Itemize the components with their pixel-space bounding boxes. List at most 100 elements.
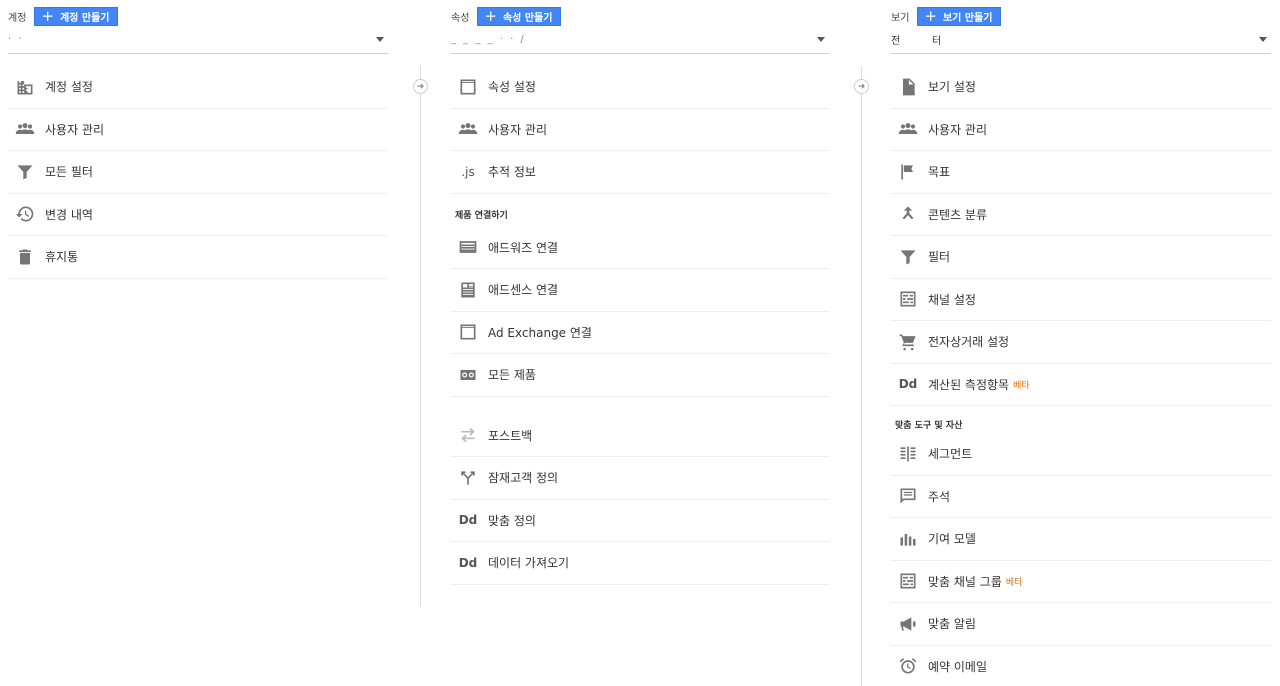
trash-icon bbox=[14, 246, 36, 268]
arrow-right-icon: ➜ bbox=[854, 79, 869, 94]
account-item-all-filters[interactable]: 모든 필터 bbox=[8, 151, 388, 194]
item-label: 애드워즈 연결 bbox=[488, 240, 559, 255]
property-item-user-management[interactable]: 사용자 관리 bbox=[451, 109, 829, 151]
property-selector[interactable]: _ _ _ _ · · / bbox=[451, 26, 829, 54]
item-label: 사용자 관리 bbox=[45, 122, 105, 137]
section-title-custom-tools: 맞춤 도구 및 자산 bbox=[895, 421, 963, 431]
property-item-audience-definitions[interactable]: 잠재고객 정의 bbox=[451, 457, 829, 500]
people-icon bbox=[14, 118, 36, 140]
beta-badge: 베타 bbox=[1013, 380, 1030, 391]
link-box-icon bbox=[457, 364, 479, 386]
channel-icon bbox=[897, 288, 919, 310]
item-label: 보기 설정 bbox=[928, 80, 976, 95]
item-label: 계정 설정 bbox=[45, 80, 93, 95]
dd-icon: Dd bbox=[898, 377, 918, 392]
building-icon bbox=[14, 76, 36, 98]
property-item-data-import[interactable]: Dd 데이터 가져오기 bbox=[451, 542, 829, 585]
property-item-settings[interactable]: 속성 설정 bbox=[451, 66, 829, 109]
property-item-adsense-linking[interactable]: 애드센스 연결 bbox=[451, 269, 829, 312]
view-item-channel-settings[interactable]: 채널 설정 bbox=[891, 279, 1271, 321]
property-item-custom-definitions[interactable]: Dd 맞춤 정의 bbox=[451, 500, 829, 542]
item-label: 잠재고객 정의 bbox=[488, 471, 559, 486]
account-item-user-management[interactable]: 사용자 관리 bbox=[8, 109, 388, 151]
plus-icon: + bbox=[924, 6, 937, 25]
item-label: 포스트백 bbox=[488, 428, 533, 443]
column-divider bbox=[861, 66, 862, 686]
item-label: 모든 제품 bbox=[488, 368, 536, 383]
property-item-adexchange-linking[interactable]: Ad Exchange 연결 bbox=[451, 312, 829, 354]
view-item-ecommerce-settings[interactable]: 전자상거래 설정 bbox=[891, 321, 1271, 364]
account-header: 계정 + 계정 만들기 bbox=[8, 0, 388, 26]
create-account-button[interactable]: + 계정 만들기 bbox=[34, 6, 119, 26]
property-item-postbacks[interactable]: 포스트백 bbox=[451, 415, 829, 457]
view-item-goals[interactable]: 목표 bbox=[891, 151, 1271, 194]
property-item-tracking-info[interactable]: .js 추적 정보 bbox=[451, 151, 829, 194]
item-label: 휴지통 bbox=[45, 250, 79, 265]
create-account-label: 계정 만들기 bbox=[59, 12, 110, 24]
filter-icon bbox=[14, 161, 36, 183]
account-item-change-history[interactable]: 변경 내역 bbox=[8, 194, 388, 236]
view-item-user-management[interactable]: 사용자 관리 bbox=[891, 109, 1271, 151]
item-label: 목표 bbox=[928, 165, 951, 180]
dd-icon: Dd bbox=[458, 513, 478, 528]
property-column: 속성 + 속성 만들기 _ _ _ _ · · / 속성 설정 사용자 관리 .… bbox=[451, 0, 829, 585]
dropdown-caret-icon bbox=[1259, 37, 1267, 42]
account-item-trash[interactable]: 휴지통 bbox=[8, 236, 388, 279]
alarm-clock-icon bbox=[897, 655, 919, 677]
item-label: 사용자 관리 bbox=[928, 122, 988, 137]
create-property-button[interactable]: + 속성 만들기 bbox=[477, 6, 562, 26]
beta-badge: 베타 bbox=[1005, 577, 1023, 588]
property-menu: 속성 설정 사용자 관리 .js 추적 정보 제품 연결하기 애드워즈 연결 애… bbox=[451, 66, 829, 585]
property-item-adwords-linking[interactable]: 애드워즈 연결 bbox=[451, 227, 829, 269]
view-item-custom-channel-groupings[interactable]: 맞춤 채널 그룹 베타 bbox=[891, 561, 1271, 603]
item-label: 애드센스 연결 bbox=[488, 283, 559, 298]
item-label: 콘텐츠 분류 bbox=[928, 207, 988, 222]
flag-icon bbox=[897, 161, 919, 183]
fork-icon bbox=[457, 467, 479, 489]
item-label: 전자상거래 설정 bbox=[928, 335, 1010, 350]
create-property-label: 속성 만들기 bbox=[502, 12, 553, 24]
item-label: 필터 bbox=[928, 250, 951, 265]
dd-icon: Dd bbox=[458, 555, 478, 570]
item-label: Ad Exchange 연결 bbox=[488, 325, 592, 340]
item-label: 데이터 가져오기 bbox=[488, 556, 570, 571]
view-item-segments[interactable]: 세그먼트 bbox=[891, 433, 1271, 476]
account-item-settings[interactable]: 계정 설정 bbox=[8, 66, 388, 109]
history-icon bbox=[14, 203, 36, 225]
item-label: 추적 정보 bbox=[488, 165, 536, 180]
item-label: 속성 설정 bbox=[488, 80, 536, 95]
account-label: 계정 bbox=[8, 12, 27, 24]
view-item-attribution-models[interactable]: 기여 모델 bbox=[891, 518, 1271, 561]
view-item-scheduled-emails[interactable]: 예약 이메일 bbox=[891, 646, 1271, 686]
property-selector-value: _ _ _ _ · · / bbox=[451, 34, 526, 45]
view-item-filters[interactable]: 필터 bbox=[891, 236, 1271, 279]
merge-icon bbox=[897, 203, 919, 225]
item-label: 계산된 측정항목 bbox=[928, 377, 1010, 392]
column-divider bbox=[420, 66, 421, 606]
comment-icon bbox=[897, 485, 919, 507]
view-item-content-grouping[interactable]: 콘텐츠 분류 bbox=[891, 194, 1271, 236]
view-item-calculated-metrics[interactable]: Dd 계산된 측정항목 베타 bbox=[891, 364, 1271, 406]
property-item-all-products[interactable]: 모든 제품 bbox=[451, 354, 829, 397]
view-item-annotations[interactable]: 주석 bbox=[891, 476, 1271, 518]
dropdown-caret-icon bbox=[376, 37, 384, 42]
item-label: 예약 이메일 bbox=[928, 659, 988, 674]
view-selector-value: 전 터 bbox=[891, 36, 942, 47]
window-icon bbox=[457, 76, 479, 98]
document-icon bbox=[897, 76, 919, 98]
dropdown-caret-icon bbox=[817, 37, 825, 42]
view-selector[interactable]: 전 터 bbox=[891, 26, 1271, 54]
create-view-label: 보기 만들기 bbox=[942, 12, 993, 24]
create-view-button[interactable]: + 보기 만들기 bbox=[917, 6, 1002, 26]
people-icon bbox=[457, 118, 479, 140]
view-column: 보기 + 보기 만들기 전 터 보기 설정 사용자 관리 목표 콘텐츠 분류 필… bbox=[891, 0, 1271, 686]
bar-chart-icon bbox=[897, 528, 919, 550]
account-selector[interactable]: · · bbox=[8, 26, 388, 54]
plus-icon: + bbox=[484, 6, 497, 25]
account-menu: 계정 설정 사용자 관리 모든 필터 변경 내역 휴지통 bbox=[8, 66, 388, 279]
item-label: 사용자 관리 bbox=[488, 122, 548, 137]
view-item-custom-alerts[interactable]: 맞춤 알림 bbox=[891, 603, 1271, 646]
view-item-settings[interactable]: 보기 설정 bbox=[891, 66, 1271, 109]
item-label: 변경 내역 bbox=[45, 207, 93, 222]
property-header: 속성 + 속성 만들기 bbox=[451, 0, 829, 26]
